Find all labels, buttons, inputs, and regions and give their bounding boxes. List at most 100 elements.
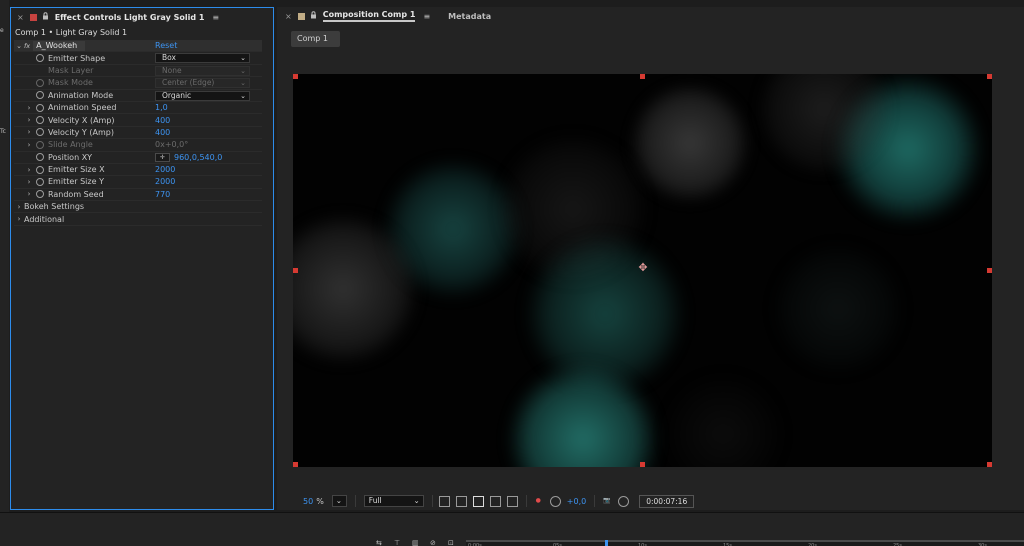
chevron-right-icon[interactable]: › bbox=[24, 116, 34, 124]
current-time[interactable]: 0:00:07:16 bbox=[639, 494, 695, 508]
group-label[interactable]: Bokeh Settings bbox=[24, 202, 84, 211]
stopwatch-icon[interactable] bbox=[36, 165, 44, 174]
chevron-right-icon[interactable]: › bbox=[24, 190, 34, 198]
property-row[interactable]: › Animation Speed 1,0 bbox=[14, 102, 262, 115]
layer-handle[interactable] bbox=[987, 268, 992, 273]
camera-snapshot-icon[interactable]: 📷 bbox=[601, 496, 612, 507]
frame-blending-icon[interactable]: ▥ bbox=[412, 539, 419, 546]
layer-handle[interactable] bbox=[987, 462, 992, 467]
effect-header-row[interactable]: ⌄ fx A_Wookeh Reset bbox=[14, 40, 262, 53]
chevron-right-icon[interactable]: › bbox=[14, 203, 24, 211]
chevron-right-icon[interactable]: › bbox=[24, 141, 34, 149]
time-ruler[interactable]: 0:00s 05s 10s 15s 20s 25s 30s bbox=[466, 540, 1024, 546]
stopwatch-icon[interactable] bbox=[36, 116, 44, 125]
property-dropdown[interactable]: Box ⌄ bbox=[155, 53, 250, 64]
zoom-value[interactable]: 50 bbox=[303, 497, 313, 506]
property-dropdown[interactable]: None ⌄ bbox=[155, 65, 250, 76]
stopwatch-icon[interactable] bbox=[36, 103, 44, 112]
property-row[interactable]: › Slide Angle 0x+0,0° bbox=[14, 139, 262, 152]
close-tab-icon[interactable]: × bbox=[17, 13, 24, 22]
property-value[interactable]: 1,0 bbox=[155, 103, 168, 112]
chevron-right-icon[interactable]: › bbox=[14, 215, 24, 223]
mask-visibility-icon[interactable] bbox=[472, 495, 484, 507]
composition-tab[interactable]: Composition Comp 1 bbox=[322, 10, 416, 22]
transparency-grid-icon[interactable] bbox=[455, 495, 467, 507]
stopwatch-icon[interactable] bbox=[36, 153, 44, 162]
property-label: Velocity Y (Amp) bbox=[48, 127, 114, 137]
layer-handle[interactable] bbox=[293, 268, 298, 273]
stopwatch-icon[interactable] bbox=[36, 190, 44, 199]
property-value[interactable]: 0x+0,0° bbox=[155, 140, 188, 149]
stopwatch-icon[interactable] bbox=[36, 128, 44, 137]
chevron-down-icon: ⌄ bbox=[240, 79, 246, 88]
stopwatch-icon[interactable] bbox=[36, 91, 44, 100]
panel-menu-icon[interactable]: ≡ bbox=[423, 12, 430, 21]
guides-icon[interactable] bbox=[489, 495, 501, 507]
layer-handle[interactable] bbox=[640, 462, 645, 467]
fx-icon[interactable]: fx bbox=[24, 42, 30, 50]
region-of-interest-icon[interactable] bbox=[438, 495, 450, 507]
property-value[interactable]: ✛ 960,0,540,0 bbox=[155, 152, 222, 162]
property-row[interactable]: Animation Mode Organic ⌄ bbox=[14, 90, 262, 102]
property-row[interactable]: › Bokeh Settings bbox=[14, 201, 262, 214]
property-row[interactable]: › Velocity Y (Amp) 400 bbox=[14, 127, 262, 140]
property-row[interactable]: Mask Mode Center (Edge) ⌄ bbox=[14, 77, 262, 90]
position-value[interactable]: 960,0,540,0 bbox=[174, 153, 222, 162]
stopwatch-icon[interactable] bbox=[36, 78, 44, 87]
layer-handle[interactable] bbox=[293, 74, 298, 79]
work-area-bar[interactable] bbox=[466, 540, 1024, 542]
property-value[interactable]: 2000 bbox=[155, 177, 175, 186]
property-row[interactable]: › Random Seed 770 bbox=[14, 189, 262, 202]
color-channels-icon[interactable]: ● bbox=[533, 496, 544, 507]
property-row[interactable]: Position XY ✛ 960,0,540,0 bbox=[14, 152, 262, 164]
group-label[interactable]: Additional bbox=[24, 215, 64, 224]
property-row[interactable]: › Additional bbox=[14, 213, 262, 226]
chevron-right-icon[interactable]: › bbox=[24, 128, 34, 136]
chevron-down-icon[interactable]: ⌄ bbox=[14, 42, 24, 50]
layer-handle[interactable] bbox=[293, 462, 298, 467]
chevron-right-icon[interactable]: › bbox=[24, 104, 34, 112]
show-snapshot-icon[interactable] bbox=[618, 495, 630, 507]
layer-handle[interactable] bbox=[640, 74, 645, 79]
stopwatch-icon[interactable] bbox=[36, 54, 44, 63]
property-row[interactable]: › Emitter Size Y 2000 bbox=[14, 176, 262, 189]
property-value[interactable]: 400 bbox=[155, 128, 170, 137]
composition-viewer[interactable]: ✥ bbox=[293, 74, 992, 467]
property-row[interactable]: Mask Layer None ⌄ bbox=[14, 65, 262, 78]
chevron-right-icon[interactable]: › bbox=[24, 166, 34, 174]
effect-controls-panel: × Effect Controls Light Gray Solid 1 ≡ C… bbox=[10, 7, 274, 510]
effect-controls-tab[interactable]: × Effect Controls Light Gray Solid 1 ≡ bbox=[11, 8, 273, 26]
reset-exposure-icon[interactable] bbox=[549, 495, 561, 507]
property-row[interactable]: Emitter Shape Box ⌄ bbox=[14, 52, 262, 65]
property-value[interactable]: 770 bbox=[155, 190, 170, 199]
stopwatch-icon[interactable] bbox=[36, 140, 44, 149]
resolution-dropdown[interactable]: Full ⌄ bbox=[363, 495, 424, 507]
chevron-right-icon[interactable]: › bbox=[24, 178, 34, 186]
lock-icon[interactable] bbox=[42, 12, 49, 22]
draft-3d-icon[interactable]: ⊤ bbox=[394, 539, 400, 546]
exposure-value[interactable]: +0,0 bbox=[567, 497, 586, 506]
graph-editor-icon[interactable]: ⊡ bbox=[448, 539, 454, 546]
panel-menu-icon[interactable]: ≡ bbox=[212, 13, 219, 22]
metadata-tab[interactable]: Metadata bbox=[448, 12, 491, 21]
layer-handle[interactable] bbox=[987, 74, 992, 79]
motion-blur-icon[interactable]: ⊘ bbox=[430, 539, 436, 546]
stopwatch-icon[interactable] bbox=[36, 177, 44, 186]
safe-zones-icon[interactable] bbox=[506, 495, 518, 507]
comp-mini-flowchart-icon[interactable]: ⇆ bbox=[376, 539, 382, 546]
property-row[interactable]: › Velocity X (Amp) 400 bbox=[14, 114, 262, 127]
zoom-dropdown[interactable]: ⌄ bbox=[331, 495, 347, 507]
property-dropdown[interactable]: Organic ⌄ bbox=[155, 90, 250, 101]
crosshair-icon[interactable]: ✛ bbox=[155, 152, 170, 162]
effect-name[interactable]: A_Wookeh bbox=[33, 40, 86, 51]
property-row[interactable]: › Emitter Size X 2000 bbox=[14, 164, 262, 177]
close-tab-icon[interactable]: × bbox=[285, 12, 292, 21]
lock-icon[interactable] bbox=[310, 11, 317, 21]
property-dropdown[interactable]: Center (Edge) ⌄ bbox=[155, 78, 250, 89]
anchor-point-icon[interactable]: ✥ bbox=[637, 262, 649, 274]
property-value[interactable]: 2000 bbox=[155, 165, 175, 174]
property-value[interactable]: 400 bbox=[155, 116, 170, 125]
comp-breadcrumb[interactable]: Comp 1 bbox=[291, 31, 340, 47]
reset-link[interactable]: Reset bbox=[155, 41, 177, 50]
current-time-indicator[interactable] bbox=[605, 540, 608, 546]
